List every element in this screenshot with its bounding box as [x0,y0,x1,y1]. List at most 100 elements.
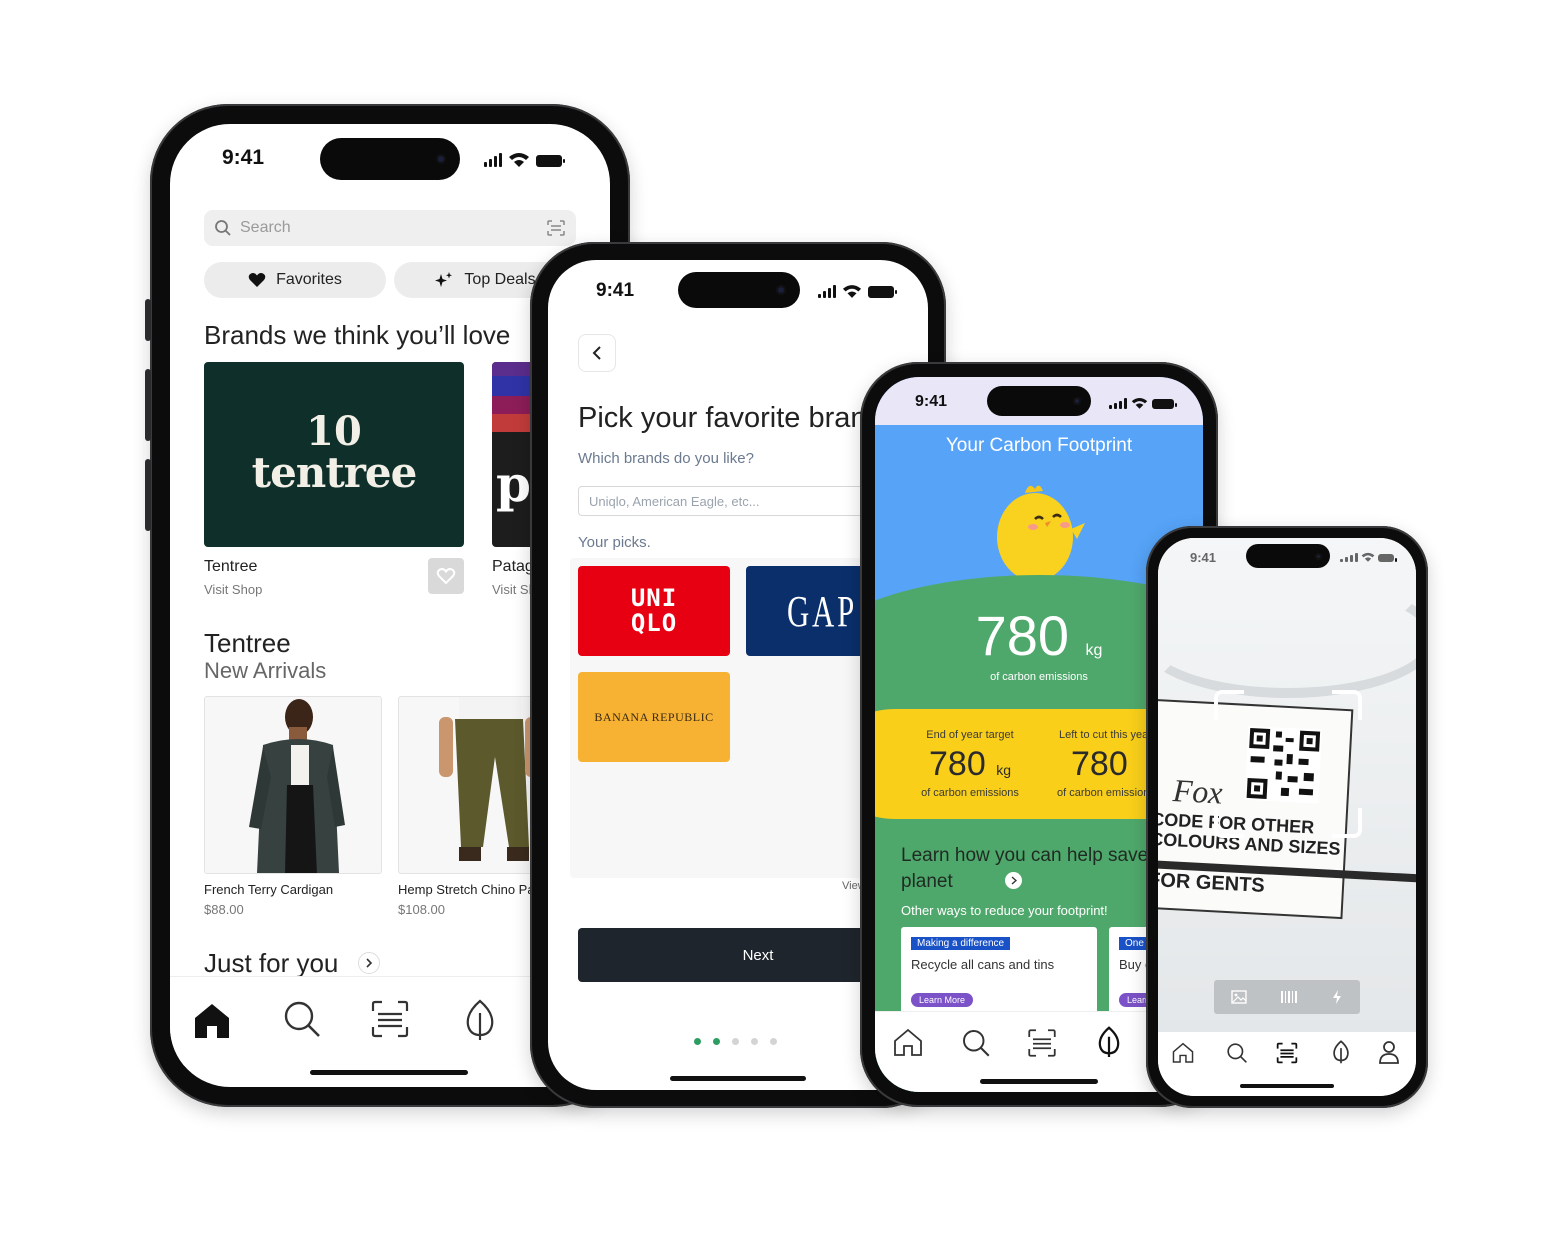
battery-icon [536,155,565,167]
search-icon [215,220,231,236]
search-icon [284,1001,320,1037]
tip-text: Recycle all cans and tins [911,957,1055,972]
tab-home[interactable] [1172,1042,1194,1068]
banana-republic-tile[interactable]: BANANA REPUBLIC [578,672,730,762]
page-dot[interactable] [694,1038,701,1045]
barcode-icon[interactable] [1280,990,1298,1004]
just-for-you-arrow[interactable] [358,952,380,974]
cardigan-photo [249,699,345,873]
battery-icon [1152,399,1177,409]
phone-scanner: 9:41 Fox CODE FOR OTHER COLOURS AND SIZE… [1146,526,1428,1108]
status-time: 9:41 [596,280,635,301]
brands-question: Which brands do you like? [578,450,754,467]
sparkle-icon [435,272,453,287]
page-dot[interactable] [713,1038,720,1045]
leaf-icon [466,999,494,1040]
status-time: 9:41 [1190,550,1217,565]
battery-icon [868,286,897,298]
tab-search[interactable] [1226,1042,1248,1069]
tentree-section-title: Tentree [204,628,291,658]
visit-shop-link[interactable]: Visit Shop [204,582,262,597]
leaf-icon [1333,1040,1349,1064]
tab-impact[interactable] [1332,1040,1350,1069]
dynamic-island [678,272,800,308]
product-name: Hemp Stretch Chino Pant [398,882,546,897]
flash-icon[interactable] [1331,989,1343,1005]
tab-search[interactable] [282,999,322,1039]
heart-icon [248,273,266,287]
favorite-button[interactable] [428,558,464,594]
top-deals-label: Top Deals [464,271,536,288]
search-icon [963,1030,990,1057]
home-indicator [670,1076,806,1081]
wifi-icon [842,285,862,298]
page-dot[interactable] [751,1038,758,1045]
tab-impact[interactable] [1097,1026,1121,1063]
tip-card[interactable]: Making a difference Recycle all cans and… [901,927,1097,1017]
picks-label: Your picks. [578,534,651,551]
status-time: 9:41 [222,146,265,169]
dynamic-island [1246,544,1330,568]
chevron-right-icon [366,958,373,968]
page-dots [694,1038,777,1045]
phone-side-button [145,299,151,341]
uniqlo-tile[interactable]: UNI QLO [578,566,730,656]
product-image[interactable] [204,696,382,874]
heart-outline-icon [436,568,456,585]
wifi-icon [1361,552,1375,562]
wifi-icon [509,153,529,167]
dynamic-island [987,386,1091,416]
brand-search-input[interactable]: Uniqlo, American Eagle, etc... [578,486,878,516]
gallery-icon[interactable] [1230,990,1247,1004]
home-icon [195,1004,229,1038]
home-outline-icon [1172,1042,1194,1063]
next-button[interactable]: Next [578,928,898,982]
tip-tag: Making a difference [911,937,1011,950]
battery-icon [1378,554,1397,562]
search-input[interactable]: Search [204,210,576,246]
tab-impact[interactable] [464,999,496,1041]
collar [1158,578,1416,698]
favorites-chip[interactable]: Favorites [204,262,386,298]
carbon-header: Your Carbon Footprint [945,435,1133,456]
favorites-label: Favorites [276,271,342,288]
product-name: French Terry Cardigan [204,882,334,897]
home-outline-icon [894,1028,922,1056]
tab-profile[interactable] [1378,1040,1400,1069]
scan-frame [1214,690,1362,838]
tab-scan[interactable] [1276,1042,1298,1069]
leaf-icon [1098,1026,1120,1057]
status-icons [1340,552,1397,562]
phone-side-button [145,459,151,531]
scan-icon [371,1000,409,1038]
search-icon [1227,1043,1247,1063]
dynamic-island [320,138,460,180]
home-indicator [980,1079,1098,1084]
left-value: 780 [1071,745,1128,783]
scan-icon[interactable] [546,219,566,237]
signal-icon [484,153,502,167]
target-label: End of year target [926,729,1014,741]
search-placeholder: Search [240,219,291,236]
profile-icon [1379,1041,1399,1064]
chick-mascot-icon [997,485,1085,588]
input-placeholder: Uniqlo, American Eagle, etc... [589,493,760,509]
page-dot[interactable] [732,1038,739,1045]
scan-icon [1028,1029,1056,1057]
tentree-brand-card[interactable]: 10 tentree [204,362,464,547]
page-dot[interactable] [770,1038,777,1045]
back-button[interactable] [578,334,616,372]
brands-section-title: Brands we think you’ll love [204,320,511,350]
learn-arrow[interactable] [1005,872,1022,889]
tab-home[interactable] [893,1028,923,1061]
tab-scan[interactable] [1027,1028,1057,1063]
tab-search[interactable] [961,1028,991,1063]
new-arrivals-subtitle: New Arrivals [204,658,327,683]
chevron-right-icon [1011,876,1017,885]
scan-icon [1276,1042,1298,1064]
wifi-icon [1131,397,1148,409]
learn-more-button[interactable]: Learn More [911,993,974,1007]
tab-scan[interactable] [370,999,410,1039]
tab-home[interactable] [192,1001,232,1039]
signal-icon [1109,398,1127,409]
